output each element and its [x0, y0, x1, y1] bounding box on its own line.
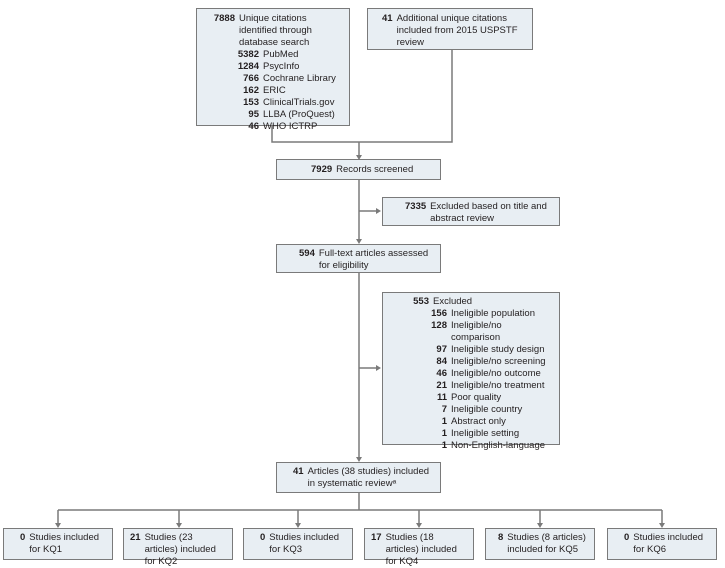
included-review-box: 41 Articles (38 studies) included in sys… — [276, 462, 441, 493]
excluded-full-text-box: 553 Excluded 156 Ineligible population 12… — [382, 292, 560, 451]
source-row: 766 Cochrane Library — [243, 73, 336, 84]
label: Excluded based on title and abstract rev… — [430, 201, 547, 224]
kq4-box: 17 Studies (18 articles) included for KQ4 — [364, 528, 474, 567]
excluded-title-abstract-box: 7335 Excluded based on title and abstrac… — [382, 197, 560, 226]
count: 17 — [371, 532, 382, 543]
database-total-row: 7888 Unique citations identified through… — [203, 13, 343, 49]
reason-row: 1 Abstract only — [441, 416, 506, 427]
label: Studies included for KQ3 — [269, 532, 340, 555]
label: Studies (18 articles) included for KQ4 — [385, 532, 457, 567]
label: Articles (38 studies) included in system… — [307, 466, 430, 489]
kq3-box: 0 Studies included for KQ3 — [243, 528, 353, 560]
kq5-box: 8 Studies (8 articles) included for KQ5 — [485, 528, 595, 560]
count: 8 — [498, 532, 504, 543]
source-row: 5382 PubMed — [237, 49, 299, 60]
reason-row: 7 Ineligible country — [441, 404, 523, 415]
reason-row: 97 Ineligible study design — [436, 344, 545, 355]
count: 7888 — [213, 13, 235, 24]
reason-row: 1 Non-English-language — [441, 440, 546, 451]
label: Full-text articles assessed for eligibil… — [318, 248, 429, 271]
reason-row: 84 Ineligible/no screening — [436, 356, 546, 367]
count: 41 — [293, 466, 304, 477]
connector-kq-drops — [57, 510, 663, 524]
reason-row: 1 Ineligible setting — [441, 428, 520, 439]
label: Excluded — [433, 296, 473, 307]
records-screened-box: 7929 Records screened — [276, 159, 441, 180]
kq6-box: 0 Studies included for KQ6 — [607, 528, 717, 560]
connector-included-kq — [58, 493, 662, 511]
count: 0 — [260, 532, 266, 543]
label: Studies included for KQ1 — [29, 532, 100, 555]
source-row: 153 ClinicalTrials.gov — [243, 97, 335, 108]
count: 7929 — [311, 164, 333, 175]
reason-row: 46 Ineligible/no outcome — [436, 368, 541, 379]
source-row: 95 LLBA (ProQuest) — [248, 109, 335, 120]
count: 553 — [413, 296, 429, 307]
label: Studies (8 articles) included for KQ5 — [507, 532, 586, 555]
label: Studies included for KQ6 — [633, 532, 704, 555]
label: Studies (23 articles) included for KQ2 — [144, 532, 216, 567]
label: Unique citations identified through data… — [239, 13, 312, 48]
additional-citations-box: 41 Additional unique citations included … — [367, 8, 533, 50]
kq2-box: 21 Studies (23 articles) included for KQ2 — [123, 528, 233, 567]
full-text-assessed-box: 594 Full-text articles assessed for elig… — [276, 244, 441, 273]
count: 7335 — [405, 201, 427, 212]
kq1-box: 0 Studies included for KQ1 — [3, 528, 113, 560]
count: 594 — [299, 248, 315, 259]
reason-row: 21 Ineligible/no treatment — [436, 380, 545, 391]
label: Records screened — [336, 164, 414, 175]
count: 0 — [624, 532, 630, 543]
count: 41 — [382, 13, 393, 24]
arrow-to-excluded-ft — [376, 365, 381, 371]
source-row: 1284 PsycInfo — [237, 61, 300, 72]
source-row: 46 WHO ICTRP — [248, 121, 318, 132]
database-search-box: 7888 Unique citations identified through… — [196, 8, 350, 132]
excluded-total-row: 553 Excluded — [389, 296, 553, 308]
count: 0 — [20, 532, 26, 543]
source-row: 162 ERIC — [243, 85, 286, 96]
count: 21 — [130, 532, 141, 543]
arrow-to-excluded-ta — [376, 208, 381, 214]
reason-row: 128 Ineligible/no comparison — [431, 320, 502, 343]
reason-row: 11 Poor quality — [436, 392, 502, 403]
reason-row: 156 Ineligible population — [431, 308, 535, 319]
label: Additional unique citations included fro… — [396, 13, 518, 48]
